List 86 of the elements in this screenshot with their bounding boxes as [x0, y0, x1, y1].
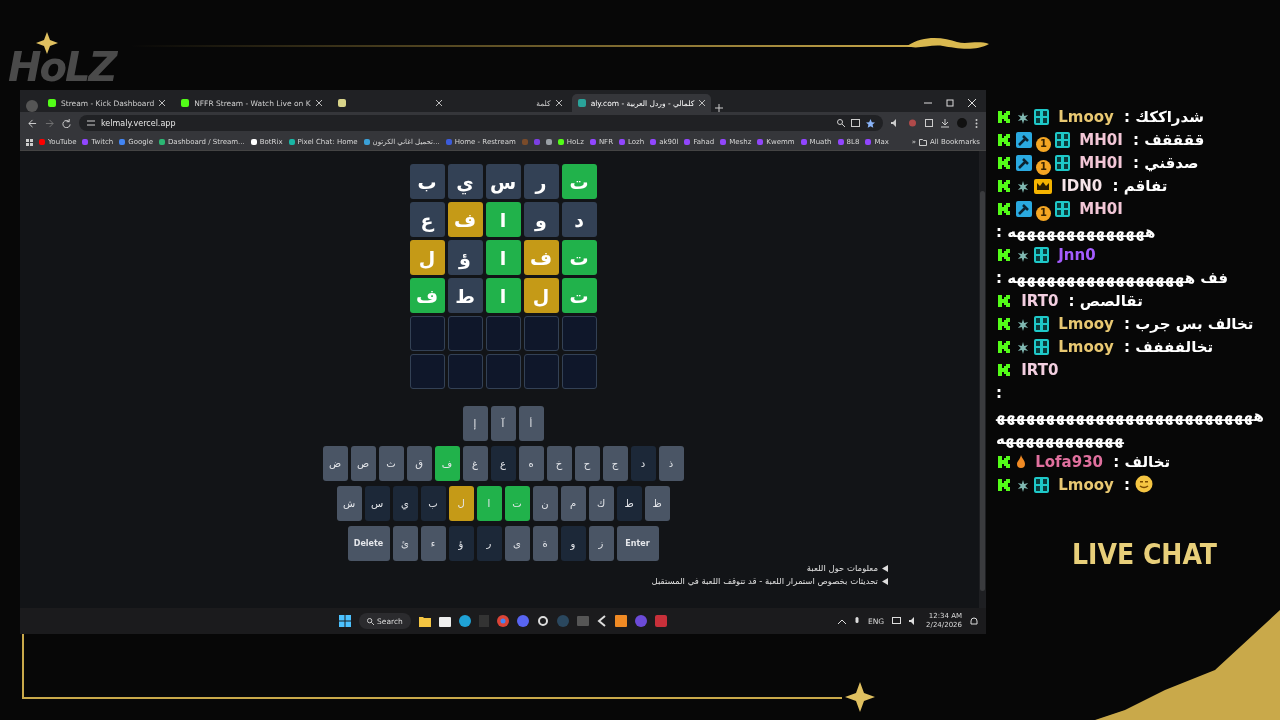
letter-key[interactable]: ؤ [448, 526, 474, 561]
letter-key[interactable]: ة [532, 526, 558, 561]
letter-tile: ا [485, 278, 521, 313]
chat-message: : فف ههههههههههههههههههه [996, 268, 1228, 289]
letter-key[interactable]: ض [322, 446, 348, 481]
letter-tile: ا [485, 202, 521, 237]
disclosure-link[interactable]: معلومات حول اللعبة [806, 563, 878, 573]
letter-tile: ت [561, 240, 597, 275]
letter-key[interactable]: ب [420, 486, 446, 521]
subscriber-badge: 1 [1036, 159, 1051, 175]
letter-key[interactable]: ء [420, 526, 446, 561]
letter-tile: ب [409, 164, 445, 199]
letter-tile: ل [409, 240, 445, 275]
letter-key[interactable]: ش [336, 486, 362, 521]
letter-tile: ت [561, 278, 597, 313]
letter-key[interactable]: ج [602, 446, 628, 481]
chat-username: Lmooy [1058, 338, 1114, 356]
chat-message: : هههههههههههههههههههههههههههههههههههههههه [996, 383, 1265, 450]
letter-key[interactable]: غ [462, 446, 488, 481]
chat-username: MH0I [1079, 131, 1123, 149]
address-bar[interactable]: kelmaly.vercel.app [79, 115, 883, 131]
letter-key[interactable]: س [364, 486, 390, 521]
letter-tile: ط [447, 278, 483, 313]
chat-message: : صدقني [1132, 153, 1199, 174]
letter-key[interactable]: خ [546, 446, 572, 481]
chat-username: IDN0 [1061, 177, 1103, 195]
letter-tile: ع [409, 202, 445, 237]
letter-key[interactable]: ى [504, 526, 530, 561]
chat-username: Lmooy [1058, 315, 1114, 333]
letter-tile: د [561, 202, 597, 237]
chat-username: Lmooy [1058, 476, 1114, 494]
chat-username: IRT0 [1021, 361, 1059, 379]
letter-key[interactable]: ع [490, 446, 516, 481]
letter-tile: ؤ [447, 240, 483, 275]
letter-tile: ا [485, 240, 521, 275]
disclosure-link[interactable]: تحديثات بخصوص استمرار اللعبة - قد تتوقف اللعبة في المستقبل [651, 576, 878, 586]
letter-key[interactable]: إ [462, 406, 488, 441]
chat-message: : ههههههههههههههه [996, 222, 1156, 243]
chat-heading: LIVE CHAT [1072, 538, 1217, 571]
letter-tile: ت [561, 164, 597, 199]
subscriber-badge: 1 [1036, 136, 1051, 152]
letter-key[interactable]: أ [518, 406, 544, 441]
letter-tile: ي [447, 164, 483, 199]
letter-key[interactable]: ط [616, 486, 642, 521]
chat-message: : تخالف [1113, 452, 1171, 473]
letter-key[interactable]: ن [532, 486, 558, 521]
action-key[interactable]: Enter [616, 526, 659, 561]
letter-key[interactable]: ئ [392, 526, 418, 561]
chat-message: : شدراككك [1124, 107, 1204, 128]
chat-username: Lmooy [1058, 108, 1114, 126]
letter-key[interactable]: ث [378, 446, 404, 481]
letter-key[interactable]: آ [490, 406, 516, 441]
chat-username: IRT0 [1021, 292, 1059, 310]
letter-tile: ف [409, 278, 445, 313]
letter-tile: ف [523, 240, 559, 275]
letter-tile: ف [447, 202, 483, 237]
chat-message: : ققققف [1132, 130, 1205, 151]
chat-message: : تخالف بس جرب [1124, 314, 1254, 335]
letter-key[interactable]: ي [392, 486, 418, 521]
chat-message: : تقالصص [1068, 291, 1143, 312]
letter-key[interactable]: ص [350, 446, 376, 481]
letter-key[interactable]: د [630, 446, 656, 481]
letter-key[interactable]: و [560, 526, 586, 561]
letter-key[interactable]: ظ [644, 486, 670, 521]
letter-key[interactable]: ق [406, 446, 432, 481]
subscriber-badge: 1 [1036, 205, 1051, 221]
letter-key[interactable]: ذ [658, 446, 684, 481]
chat-message: : تخالفففف [1124, 337, 1214, 358]
letter-key[interactable]: ه [518, 446, 544, 481]
letter-key[interactable]: ر [476, 526, 502, 561]
channel-logo: HoLZ [8, 44, 116, 90]
letter-key[interactable]: م [560, 486, 586, 521]
letter-key[interactable]: ز [588, 526, 614, 561]
letter-tile: و [523, 202, 559, 237]
action-key[interactable]: Delete [347, 526, 390, 561]
chat-username: Jnn0 [1058, 246, 1096, 264]
chat-username: Lofa930 [1035, 453, 1104, 471]
letter-key[interactable]: ك [588, 486, 614, 521]
chat-username: MH0I [1079, 200, 1123, 218]
letter-tile: س [485, 164, 521, 199]
letter-key[interactable]: ح [574, 446, 600, 481]
letter-tile: ل [523, 278, 559, 313]
letter-tile: ر [523, 164, 559, 199]
chat-message: : [1124, 475, 1131, 496]
chat-username: MH0I [1079, 154, 1123, 172]
chat-message: : تفاقم [1112, 176, 1168, 197]
